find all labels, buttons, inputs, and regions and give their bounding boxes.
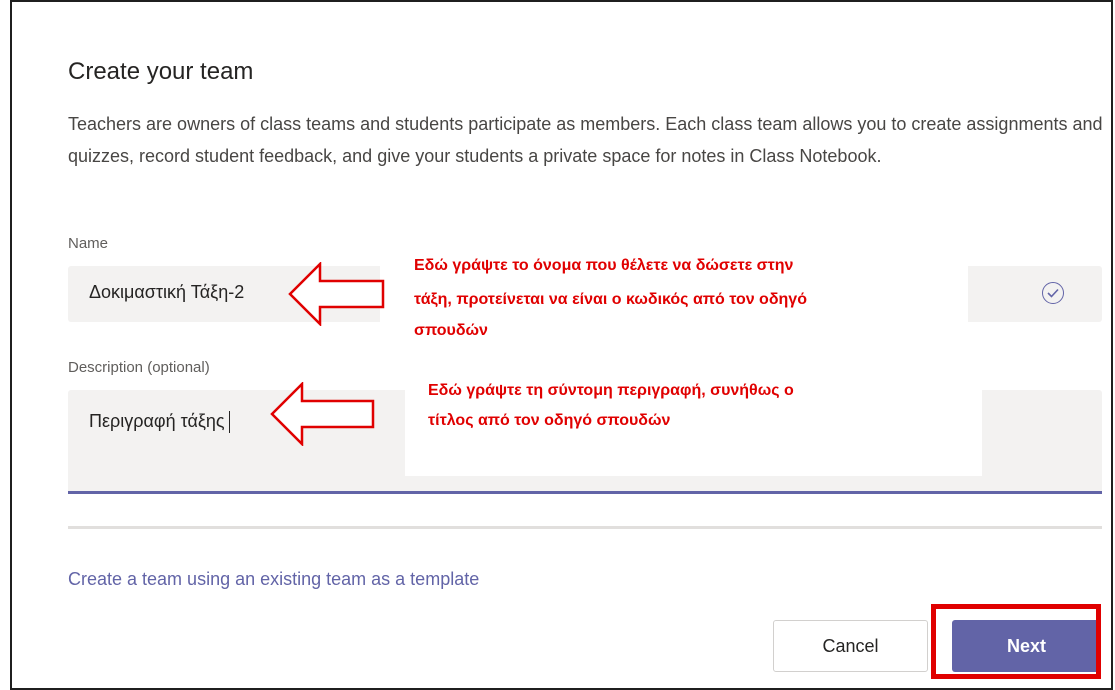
divider	[68, 526, 1102, 529]
name-label: Name	[68, 235, 109, 252]
dialog-title: Create your team	[68, 58, 254, 85]
name-value: Δοκιμαστική Τάξη-2	[89, 282, 245, 302]
dialog-description: Teachers are owners of class teams and s…	[68, 114, 1103, 166]
left-arrow-icon	[288, 262, 385, 326]
name-annotation-line: τάξη, προτείνεται να είναι ο κωδικός από…	[414, 291, 807, 308]
description-label: Description (optional)	[68, 359, 210, 376]
description-annotation-line: τίτλος από τον οδηγό σπουδών	[428, 412, 671, 429]
cancel-button[interactable]: Cancel	[773, 620, 928, 672]
template-team-link[interactable]: Create a team using an existing team as …	[68, 569, 479, 590]
description-annotation-line: Εδώ γράψτε τη σύντομη περιγραφή, συνήθως…	[428, 382, 794, 399]
next-button-highlight	[931, 604, 1101, 679]
check-circle-icon	[1042, 282, 1064, 304]
description-value: Περιγραφή τάξης	[89, 411, 231, 434]
name-annotation: Εδώ γράψτε το όνομα που θέλετε να δώσετε…	[414, 253, 974, 343]
left-arrow-icon	[270, 382, 375, 446]
description-annotation: Εδώ γράψτε τη σύντομη περιγραφή, συνήθως…	[428, 378, 968, 433]
name-annotation-line: Εδώ γράψτε το όνομα που θέλετε να δώσετε…	[414, 257, 794, 274]
name-annotation-line: σπουδών	[414, 322, 488, 339]
create-team-dialog: Create your team Teachers are owners of …	[10, 0, 1113, 690]
text-caret	[228, 411, 231, 434]
